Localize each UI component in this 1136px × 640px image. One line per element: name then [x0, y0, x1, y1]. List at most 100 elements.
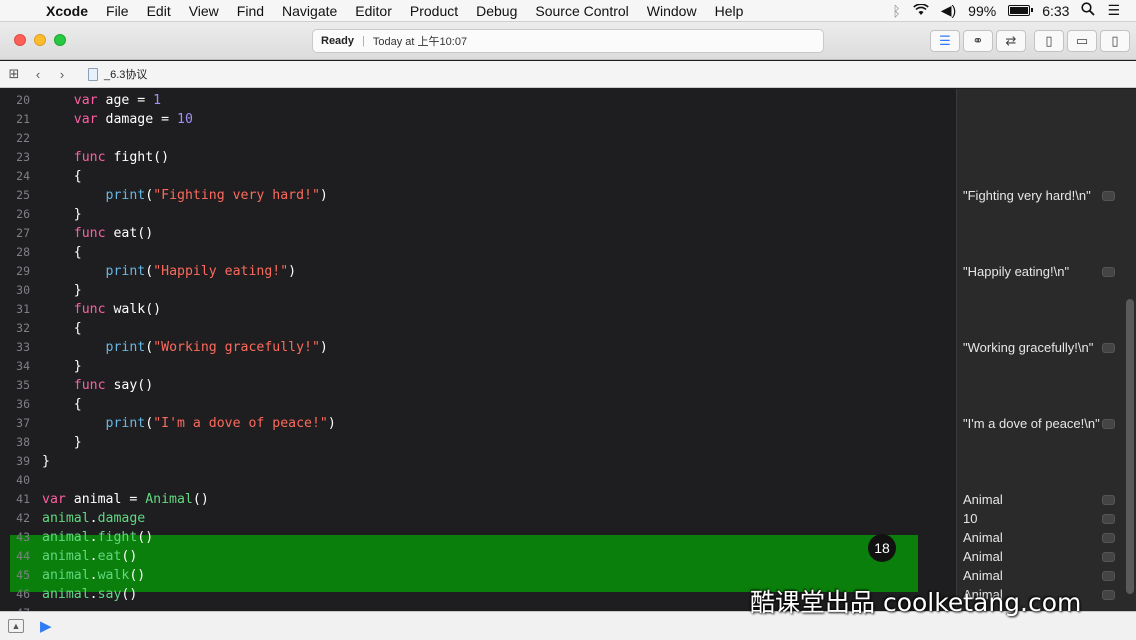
- spotlight-search-icon[interactable]: [1081, 2, 1096, 19]
- line-number: 39: [16, 454, 30, 468]
- code-line[interactable]: 44 animal.eat(): [0, 547, 956, 566]
- code-line[interactable]: 33 print("Working gracefully!"): [0, 338, 956, 357]
- standard-editor-button[interactable]: ☰: [930, 30, 960, 52]
- line-number: 21: [16, 112, 30, 126]
- volume-icon[interactable]: ◀︎): [941, 2, 956, 19]
- assistant-editor-button[interactable]: ⚭: [963, 30, 993, 52]
- code-line[interactable]: 35 func say(): [0, 376, 956, 395]
- result-value: 10: [963, 511, 978, 526]
- line-number: 40: [16, 473, 30, 487]
- minimize-window-button[interactable]: [34, 34, 46, 46]
- line-number: 37: [16, 416, 30, 430]
- menu-source-control[interactable]: Source Control: [526, 3, 637, 19]
- code-line[interactable]: 29 print("Happily eating!"): [0, 262, 956, 281]
- code-line[interactable]: 23 func fight(): [0, 148, 956, 167]
- quick-look-icon[interactable]: [1102, 533, 1115, 543]
- code-line[interactable]: 21 var damage = 10: [0, 110, 956, 129]
- code-line[interactable]: 27 func eat(): [0, 224, 956, 243]
- code-text: print("Happily eating!"): [105, 264, 297, 279]
- toggle-debug-area-button[interactable]: ▭: [1067, 30, 1097, 52]
- code-line[interactable]: 43 animal.fight(): [0, 528, 956, 547]
- version-editor-button[interactable]: ⇄: [996, 30, 1026, 52]
- line-number: 23: [16, 150, 30, 164]
- code-line[interactable]: 26 }: [0, 205, 956, 224]
- forward-chevron-icon[interactable]: ›: [50, 67, 74, 82]
- quick-look-icon[interactable]: [1102, 495, 1115, 505]
- related-items-grid-icon[interactable]: ⊞: [2, 66, 26, 82]
- code-line[interactable]: 34 }: [0, 357, 956, 376]
- code-line[interactable]: 32 {: [0, 319, 956, 338]
- quick-look-icon[interactable]: [1102, 552, 1115, 562]
- code-editor[interactable]: 20 var age = 1 21 var damage = 10 22 23 fun…: [0, 89, 956, 611]
- run-playground-icon[interactable]: ▶: [40, 617, 52, 635]
- code-text: {: [42, 245, 82, 260]
- line-number: 47: [0, 604, 30, 611]
- code-line[interactable]: 36 {: [0, 395, 956, 414]
- quick-look-icon[interactable]: [1102, 191, 1115, 201]
- code-text: animal.fight(): [42, 530, 154, 545]
- quick-look-icon[interactable]: [1102, 514, 1115, 524]
- code-line[interactable]: 38 }: [0, 433, 956, 452]
- menu-app-xcode[interactable]: Xcode: [40, 3, 97, 19]
- line-number: 35: [16, 378, 30, 392]
- line-number: 34: [16, 359, 30, 373]
- menu-file[interactable]: File: [97, 3, 138, 19]
- quick-look-icon[interactable]: [1102, 419, 1115, 429]
- code-line[interactable]: 30 }: [0, 281, 956, 300]
- hide-debug-area-icon[interactable]: ▲: [8, 619, 24, 633]
- code-line[interactable]: 37 print("I'm a dove of peace!"): [0, 414, 956, 433]
- back-chevron-icon[interactable]: ‹: [26, 67, 50, 82]
- battery-icon[interactable]: [1008, 5, 1034, 16]
- quick-look-icon[interactable]: [1102, 267, 1115, 277]
- code-text: var age = 1: [73, 93, 162, 108]
- toggle-utilities-button[interactable]: ▯: [1100, 30, 1130, 52]
- code-text: var damage = 10: [73, 112, 193, 127]
- code-line[interactable]: 25 print("Fighting very hard!"): [0, 186, 956, 205]
- code-text: print("Fighting very hard!"): [105, 188, 328, 203]
- results-scrollbar[interactable]: [1126, 299, 1134, 594]
- quick-look-icon[interactable]: [1102, 571, 1115, 581]
- quick-look-icon[interactable]: [1102, 590, 1115, 600]
- jump-bar-file[interactable]: _6.3协议: [104, 66, 147, 82]
- status-area: ᛒ ◀︎) 99% 6:33 ☰: [892, 2, 1136, 19]
- menu-editor[interactable]: Editor: [346, 3, 401, 19]
- code-line[interactable]: 42 animal.damage: [0, 509, 956, 528]
- code-line[interactable]: 40: [0, 471, 956, 490]
- code-line[interactable]: 24 {: [0, 167, 956, 186]
- menu-window[interactable]: Window: [638, 3, 706, 19]
- code-text: func fight(): [73, 150, 170, 165]
- clock[interactable]: 6:33: [1042, 3, 1069, 19]
- result-value: Animal: [963, 549, 1003, 564]
- quick-look-icon[interactable]: [1102, 343, 1115, 353]
- toggle-navigator-button[interactable]: ▯: [1034, 30, 1064, 52]
- result-value: "I'm a dove of peace!\n": [963, 416, 1100, 431]
- code-line[interactable]: 31 func walk(): [0, 300, 956, 319]
- code-text: {: [42, 397, 82, 412]
- code-line[interactable]: 41 var animal = Animal(): [0, 490, 956, 509]
- code-line[interactable]: 28 {: [0, 243, 956, 262]
- wifi-icon[interactable]: [912, 2, 929, 19]
- line-number: 44: [16, 549, 30, 563]
- line-number: 24: [16, 169, 30, 183]
- line-number: 31: [16, 302, 30, 316]
- line-number: 27: [16, 226, 30, 240]
- menu-navigate[interactable]: Navigate: [273, 3, 346, 19]
- menu-edit[interactable]: Edit: [138, 3, 180, 19]
- menu-help[interactable]: Help: [706, 3, 753, 19]
- code-line[interactable]: 22: [0, 129, 956, 148]
- menu-view[interactable]: View: [180, 3, 228, 19]
- code-text: animal.eat(): [42, 549, 138, 564]
- code-line[interactable]: 39}: [0, 452, 956, 471]
- jump-bar: ⊞ ‹ › _6.3协议: [0, 61, 1136, 88]
- code-text: }: [42, 435, 82, 450]
- menu-debug[interactable]: Debug: [467, 3, 526, 19]
- code-text: func walk(): [73, 302, 162, 317]
- zoom-window-button[interactable]: [54, 34, 66, 46]
- close-window-button[interactable]: [14, 34, 26, 46]
- menu-find[interactable]: Find: [228, 3, 273, 19]
- bluetooth-icon[interactable]: ᛒ: [892, 3, 900, 19]
- code-line[interactable]: 20 var age = 1: [0, 91, 956, 110]
- notification-center-icon[interactable]: ☰: [1107, 2, 1120, 19]
- menu-product[interactable]: Product: [401, 3, 467, 19]
- result-value: "Happily eating!\n": [963, 264, 1070, 279]
